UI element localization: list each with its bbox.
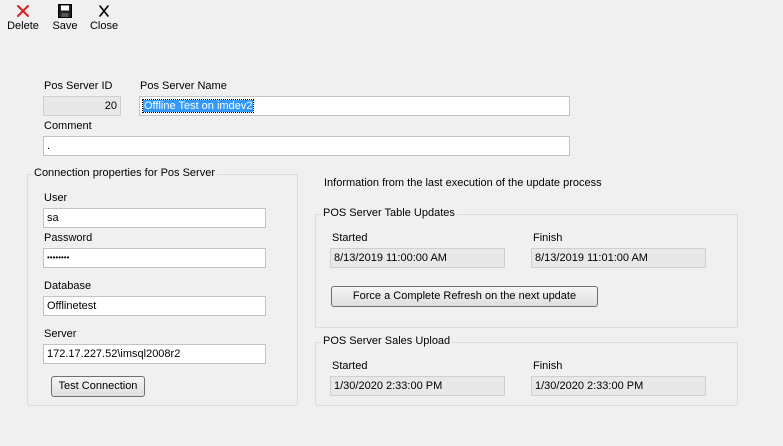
table-updates-title: POS Server Table Updates bbox=[321, 207, 457, 219]
pos-server-id-field: 20 bbox=[43, 96, 121, 116]
password-label: Password bbox=[44, 232, 93, 244]
table-updates-finish-field: 8/13/2019 11:01:00 AM bbox=[531, 248, 706, 268]
close-button-label: Close bbox=[89, 20, 119, 32]
database-label: Database bbox=[44, 280, 92, 292]
pos-server-name-label: Pos Server Name bbox=[140, 80, 227, 92]
save-button-label: Save bbox=[52, 20, 78, 32]
force-refresh-button[interactable]: Force a Complete Refresh on the next upd… bbox=[331, 286, 598, 307]
delete-button[interactable]: Delete bbox=[6, 3, 40, 32]
database-input[interactable]: Offlinetest bbox=[43, 296, 266, 316]
save-button[interactable]: Save bbox=[50, 3, 80, 32]
delete-x-icon bbox=[17, 5, 29, 17]
server-input[interactable]: 172.17.227.52\imsql2008r2 bbox=[43, 344, 266, 364]
delete-button-label: Delete bbox=[7, 20, 39, 32]
sales-upload-started-field: 1/30/2020 2:33:00 PM bbox=[330, 376, 505, 396]
table-updates-started-label: Started bbox=[332, 232, 368, 244]
table-updates-group bbox=[315, 214, 738, 328]
test-connection-button[interactable]: Test Connection bbox=[51, 376, 145, 397]
pos-server-id-label: Pos Server ID bbox=[44, 80, 113, 92]
user-input[interactable]: sa bbox=[43, 208, 266, 228]
pos-server-name-value: Offline Test on imdev2 bbox=[141, 99, 255, 113]
sales-upload-finish-label: Finish bbox=[533, 360, 563, 372]
server-label: Server bbox=[44, 328, 77, 340]
connection-properties-title: Connection properties for Pos Server bbox=[32, 167, 217, 179]
update-info-heading: Information from the last execution of t… bbox=[324, 177, 602, 189]
table-updates-started-field: 8/13/2019 11:00:00 AM bbox=[330, 248, 505, 268]
pos-server-name-input[interactable]: Offline Test on imdev2 bbox=[139, 96, 570, 116]
comment-label: Comment bbox=[44, 120, 92, 132]
sales-upload-finish-field: 1/30/2020 2:33:00 PM bbox=[531, 376, 706, 396]
user-label: User bbox=[44, 192, 68, 204]
close-button[interactable]: Close bbox=[88, 3, 120, 32]
sales-upload-started-label: Started bbox=[332, 360, 368, 372]
password-input[interactable]: •••••••• bbox=[43, 248, 266, 268]
close-x-icon bbox=[99, 5, 109, 17]
save-disk-icon bbox=[58, 4, 72, 18]
sales-upload-group bbox=[315, 342, 738, 406]
comment-input[interactable]: . bbox=[43, 136, 570, 156]
sales-upload-title: POS Server Sales Upload bbox=[321, 335, 453, 347]
table-updates-finish-label: Finish bbox=[533, 232, 563, 244]
